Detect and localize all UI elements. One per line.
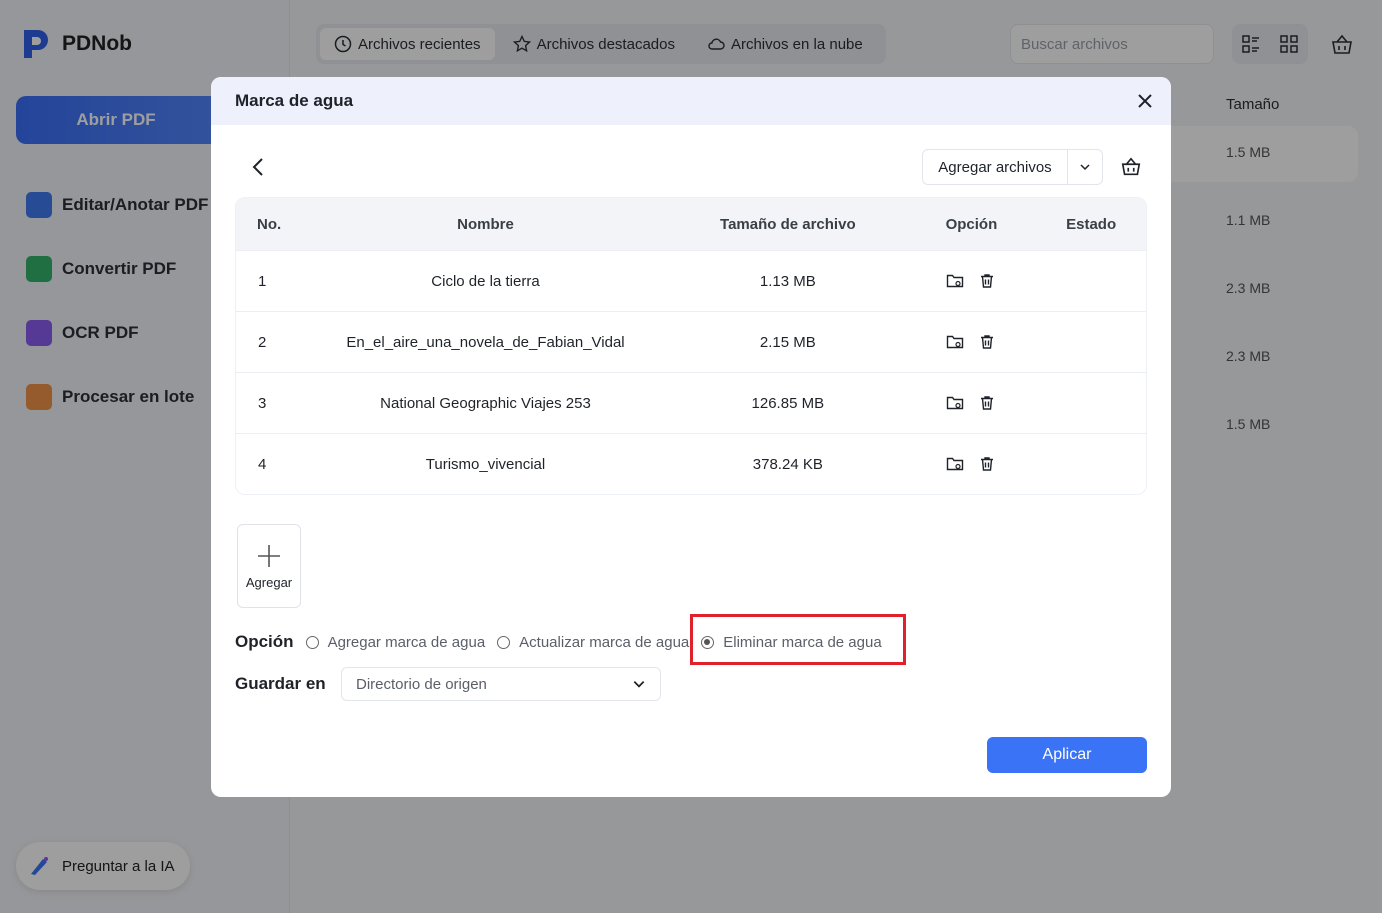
folder-settings-icon[interactable] <box>946 394 964 412</box>
annotation-highlight-box <box>690 614 906 665</box>
table-row: 2 En_el_aire_una_novela_de_Fabian_Vidal … <box>236 311 1146 372</box>
row-number: 4 <box>258 455 267 473</box>
radio-circle-icon <box>497 635 511 649</box>
chevron-down-icon <box>633 681 645 688</box>
file-size: 378.24 KB <box>752 455 823 473</box>
close-icon[interactable] <box>1135 91 1155 111</box>
column-header-option: Opción <box>945 215 998 233</box>
row-actions <box>907 455 1037 473</box>
folder-settings-icon[interactable] <box>946 333 964 351</box>
save-label: Guardar en <box>235 674 326 693</box>
column-header-size: Tamaño de archivo <box>720 215 856 233</box>
column-header-status: Estado <box>1066 215 1117 233</box>
table-row: 1 Ciclo de la tierra 1.13 MB <box>236 250 1146 311</box>
radio-label: Agregar marca de agua <box>327 633 486 651</box>
file-name: Turismo_vivencial <box>425 455 546 473</box>
file-size: 126.85 MB <box>751 394 825 412</box>
save-location-value: Directorio de origen <box>356 675 487 693</box>
radio-add-watermark[interactable]: Agregar marca de agua <box>305 633 486 651</box>
row-actions <box>907 272 1037 290</box>
file-table: No. Nombre Tamaño de archivo Opción Esta… <box>235 197 1147 495</box>
file-name: En_el_aire_una_novela_de_Fabian_Vidal <box>346 333 625 351</box>
row-number: 3 <box>258 394 267 412</box>
row-actions <box>907 333 1037 351</box>
radio-update-watermark[interactable]: Actualizar marca de agua <box>497 634 689 651</box>
file-name: National Geographic Viajes 253 <box>380 394 591 412</box>
radio-label: Actualizar marca de agua <box>519 633 690 651</box>
column-header-no: No. <box>257 215 282 233</box>
folder-settings-icon[interactable] <box>946 455 964 473</box>
table-row: 3 National Geographic Viajes 253 126.85 … <box>236 372 1146 433</box>
trash-icon[interactable] <box>978 333 996 351</box>
add-tile-label: Agregar <box>245 574 293 590</box>
file-size: 2.15 MB <box>759 333 816 351</box>
trash-icon[interactable] <box>978 272 996 290</box>
radio-circle-icon <box>305 635 319 649</box>
file-name: Ciclo de la tierra <box>431 272 540 290</box>
plus-icon <box>258 544 280 567</box>
row-number: 2 <box>258 333 267 351</box>
chevron-down-icon <box>1080 164 1090 171</box>
add-files-caret[interactable] <box>1068 161 1102 173</box>
file-size: 1.13 MB <box>759 272 816 290</box>
trash-icon[interactable] <box>978 394 996 412</box>
folder-settings-icon[interactable] <box>946 272 964 290</box>
back-arrow-icon[interactable] <box>249 155 269 179</box>
row-actions <box>907 394 1037 412</box>
table-row: 4 Turismo_vivencial 378.24 KB <box>236 433 1146 494</box>
add-file-tile[interactable]: Agregar <box>237 524 301 608</box>
option-label: Opción <box>235 632 294 651</box>
table-header: No. Nombre Tamaño de archivo Opción Esta… <box>236 198 1146 250</box>
save-location-select[interactable]: Directorio de origen <box>341 667 661 701</box>
clear-basket-icon[interactable] <box>1120 156 1142 178</box>
add-files-button[interactable]: Agregar archivos <box>923 150 1068 184</box>
dialog-title: Marca de agua <box>235 91 354 110</box>
add-files-dropdown: Agregar archivos <box>922 149 1103 185</box>
watermark-dialog: Marca de agua Agregar archivos No. Nombr… <box>211 77 1171 797</box>
column-header-name: Nombre <box>457 215 514 233</box>
row-number: 1 <box>258 272 267 290</box>
apply-button[interactable]: Aplicar <box>987 737 1147 773</box>
dialog-header: Marca de agua <box>211 77 1171 125</box>
save-location-row: Guardar en Directorio de origen <box>235 667 661 701</box>
trash-icon[interactable] <box>978 455 996 473</box>
